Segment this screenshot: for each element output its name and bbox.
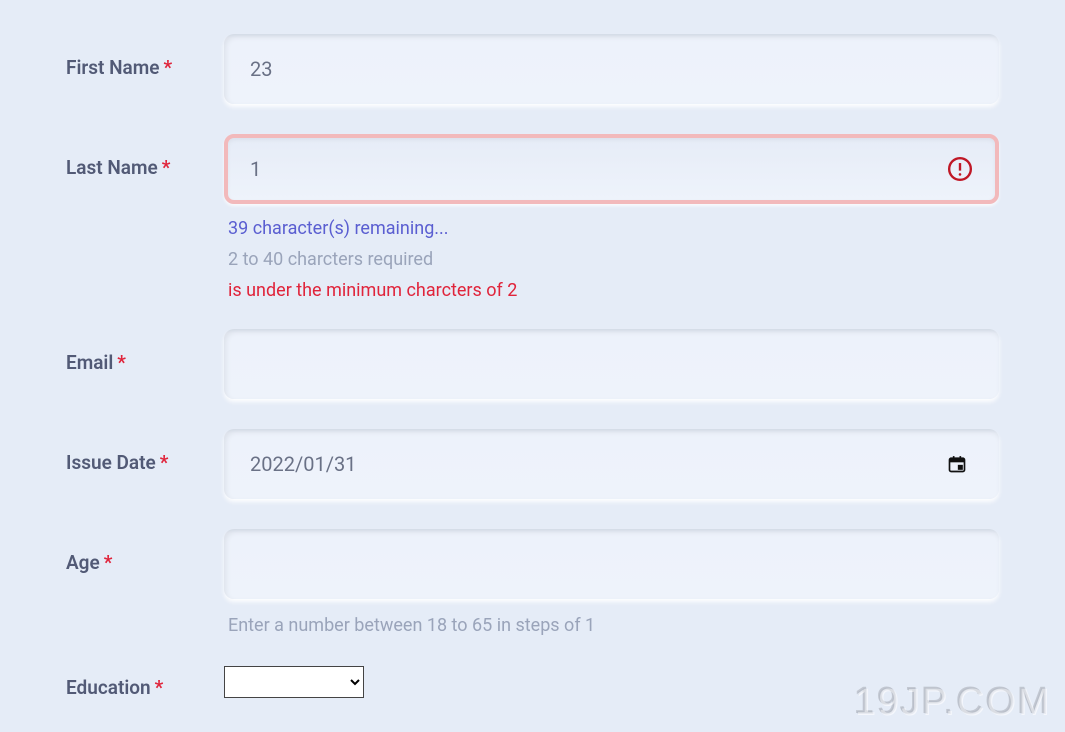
last-name-remaining: 39 character(s) remaining... <box>224 218 999 239</box>
label-age: Age * <box>66 529 224 574</box>
email-field-wrap <box>224 329 999 399</box>
required-asterisk: * <box>155 676 164 699</box>
first-name-field-wrap <box>224 34 999 104</box>
age-input[interactable] <box>250 552 973 576</box>
watermark-text: 19JP.COM <box>854 681 1051 724</box>
required-asterisk: * <box>117 351 126 374</box>
last-name-error: is under the minimum charcters of 2 <box>224 280 999 301</box>
row-email: Email * <box>66 329 999 399</box>
email-input-shell[interactable] <box>224 329 999 399</box>
issue-date-input-shell[interactable] <box>224 429 999 499</box>
label-first-name-text: First Name <box>66 56 159 79</box>
label-education-text: Education <box>66 676 151 699</box>
issue-date-input[interactable] <box>250 452 947 476</box>
form-container: First Name * Last Name * <box>0 0 1065 699</box>
label-email: Email * <box>66 329 224 374</box>
age-input-shell[interactable] <box>224 529 999 599</box>
required-asterisk: * <box>162 156 171 179</box>
error-icon <box>947 156 973 182</box>
required-asterisk: * <box>160 451 169 474</box>
label-age-text: Age <box>66 551 100 574</box>
row-issue-date: Issue Date * <box>66 429 999 499</box>
age-field-wrap: Enter a number between 18 to 65 in steps… <box>224 529 999 636</box>
last-name-input-shell[interactable] <box>224 134 999 204</box>
email-input[interactable] <box>250 352 973 376</box>
row-first-name: First Name * <box>66 34 999 104</box>
education-select[interactable] <box>224 666 364 698</box>
label-issue-date-text: Issue Date <box>66 451 156 474</box>
required-asterisk: * <box>163 56 172 79</box>
label-first-name: First Name * <box>66 34 224 79</box>
last-name-input[interactable] <box>250 157 947 181</box>
label-last-name-text: Last Name <box>66 156 158 179</box>
age-hint: Enter a number between 18 to 65 in steps… <box>224 615 999 636</box>
label-issue-date: Issue Date * <box>66 429 224 474</box>
label-last-name: Last Name * <box>66 134 224 179</box>
last-name-rule: 2 to 40 charcters required <box>224 249 999 270</box>
first-name-input[interactable] <box>250 57 973 81</box>
required-asterisk: * <box>104 551 113 574</box>
row-last-name: Last Name * 39 character(s) remaining...… <box>66 134 999 301</box>
label-education: Education * <box>66 666 224 699</box>
first-name-input-shell[interactable] <box>224 34 999 104</box>
row-age: Age * Enter a number between 18 to 65 in… <box>66 529 999 636</box>
calendar-icon[interactable] <box>947 454 967 474</box>
last-name-field-wrap: 39 character(s) remaining... 2 to 40 cha… <box>224 134 999 301</box>
issue-date-field-wrap <box>224 429 999 499</box>
label-email-text: Email <box>66 351 113 374</box>
